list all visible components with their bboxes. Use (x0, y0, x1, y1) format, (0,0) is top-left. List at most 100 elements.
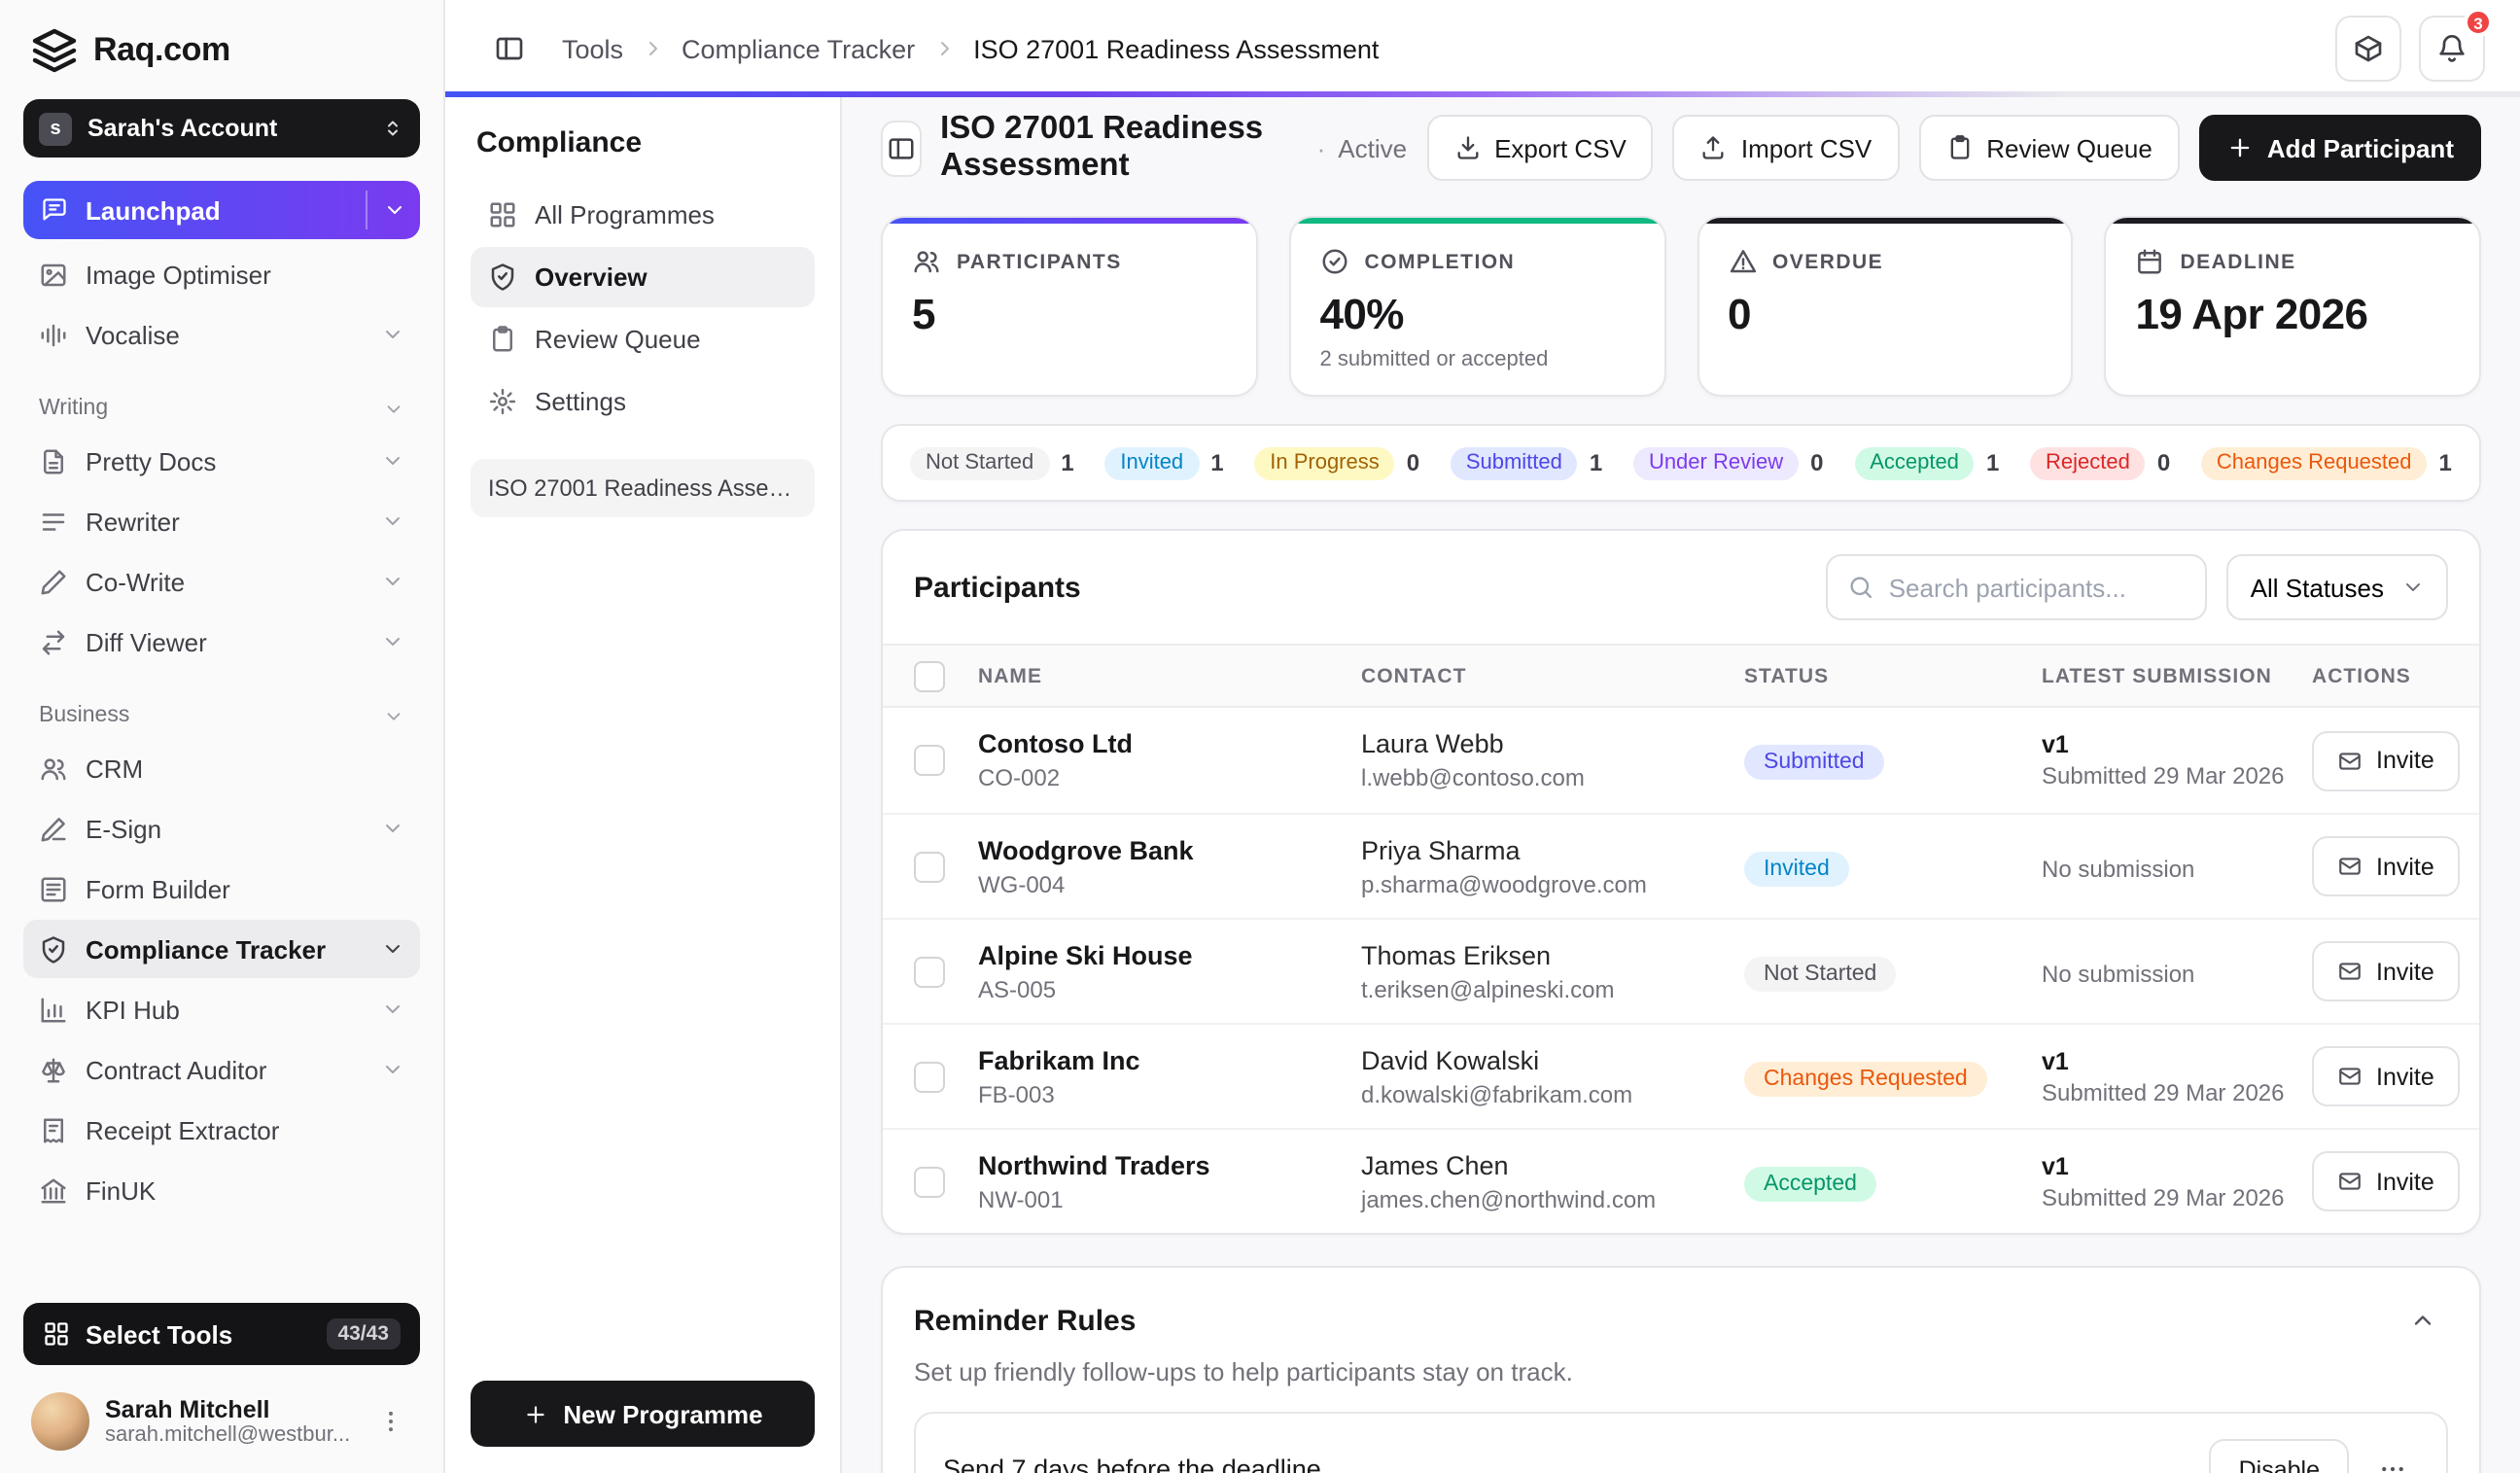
contact-name: James Chen (1361, 1150, 1509, 1179)
reminder-rules-title: Reminder Rules (914, 1304, 1137, 1337)
stat-label: OVERDUE (1772, 250, 1884, 273)
chevron-down-icon (381, 1058, 404, 1081)
submission-version: v1 (2042, 731, 2069, 758)
row-checkbox[interactable] (914, 745, 945, 776)
status-badge: Changes Requested (1744, 1061, 1987, 1096)
sidebar-item-e-sign[interactable]: E-Sign (23, 799, 420, 858)
add-participant-button[interactable]: Add Participant (2198, 115, 2481, 181)
review-queue-button[interactable]: Review Queue (1918, 115, 2180, 181)
contact-email: t.eriksen@alpineski.com (1361, 975, 1615, 1002)
reminder-rules-card: Reminder Rules Set up friendly follow-up… (881, 1266, 2481, 1473)
plus-icon (2226, 134, 2254, 161)
participant-name: Woodgrove Bank (978, 835, 1194, 864)
sidebar-item-label: Diff Viewer (86, 627, 207, 656)
column-header-name: NAME (978, 664, 1043, 687)
notifications-button[interactable]: 3 (2419, 8, 2493, 82)
sidebar-item-diff-viewer[interactable]: Diff Viewer (23, 613, 420, 671)
panel-item-settings[interactable]: Settings (471, 371, 815, 432)
participant-code: AS-005 (978, 975, 1057, 1002)
brand[interactable]: Raq.com (23, 27, 420, 74)
section-header[interactable]: Business (23, 704, 420, 727)
chevron-down-icon (381, 449, 404, 473)
status-filter-rejected[interactable]: Rejected 0 (2030, 446, 2170, 479)
sidebar-item-label: Image Optimiser (86, 260, 271, 289)
user-profile[interactable]: Sarah Mitchell sarah.mitchell@westbur... (23, 1385, 420, 1455)
search-icon (1848, 574, 1875, 601)
status-filter-in-progress[interactable]: In Progress 0 (1254, 446, 1419, 479)
contact-email: l.webb@contoso.com (1361, 764, 1585, 791)
contact-email: james.chen@northwind.com (1361, 1185, 1657, 1212)
invite-button[interactable]: Invite (2312, 941, 2460, 1001)
status-filter-changes-requested[interactable]: Changes Requested 1 (2200, 446, 2452, 479)
collapse-reminders-button[interactable] (2398, 1295, 2448, 1346)
invite-button[interactable]: Invite (2312, 836, 2460, 896)
sidebar-item-image-optimiser[interactable]: Image Optimiser (23, 245, 420, 303)
sidebar-item-compliance-tracker[interactable]: Compliance Tracker (23, 920, 420, 978)
status-filter-under-review[interactable]: Under Review 0 (1632, 446, 1824, 479)
invite-button[interactable]: Invite (2312, 730, 2460, 790)
stat-note: 2 submitted or accepted (1319, 348, 1549, 371)
account-name: Sarah's Account (88, 115, 278, 142)
sidebar-item-receipt-extractor[interactable]: Receipt Extractor (23, 1101, 420, 1159)
section-header[interactable]: Writing (23, 397, 420, 420)
row-checkbox[interactable] (914, 1061, 945, 1092)
chevron-right-icon (932, 37, 956, 60)
sidebar-item-rewriter[interactable]: Rewriter (23, 492, 420, 550)
status-filter-not-started[interactable]: Not Started 1 (910, 446, 1074, 479)
programme-item-iso-27001[interactable]: ISO 27001 Readiness Assessment (471, 459, 815, 517)
row-checkbox[interactable] (914, 851, 945, 882)
status-filter-invited[interactable]: Invited 1 (1104, 446, 1224, 479)
sidebar-item-kpi-hub[interactable]: KPI Hub (23, 980, 420, 1038)
sidebar-item-finuk[interactable]: FinUK (23, 1161, 420, 1219)
panel-collapse-button[interactable] (881, 120, 922, 176)
programme-status: Active (1317, 133, 1407, 162)
status-filter-dropdown[interactable]: All Statuses (2226, 554, 2448, 620)
sidebar-item-pretty-docs[interactable]: Pretty Docs (23, 432, 420, 490)
panel-item-review-queue[interactable]: Review Queue (471, 309, 815, 369)
panel-item-all-programmes[interactable]: All Programmes (471, 185, 815, 245)
search-input[interactable] (1888, 573, 2187, 602)
select-tools-button[interactable]: Select Tools 43/43 (23, 1303, 420, 1365)
panel-item-overview[interactable]: Overview (471, 247, 815, 307)
sidebar-item-contract-auditor[interactable]: Contract Auditor (23, 1040, 420, 1099)
bell-icon (2436, 33, 2468, 64)
sidebar-item-co-write[interactable]: Co-Write (23, 552, 420, 611)
submission-date: Submitted 29 Mar 2026 (2042, 762, 2285, 789)
breadcrumb-current: ISO 27001 Readiness Assessment (973, 34, 1380, 63)
invite-button[interactable]: Invite (2312, 1151, 2460, 1211)
row-checkbox[interactable] (914, 1166, 945, 1197)
status-filter-submitted[interactable]: Submitted 1 (1450, 446, 1602, 479)
sidebar-item-crm[interactable]: CRM (23, 739, 420, 797)
sidebar-item-label: Vocalise (86, 320, 180, 349)
participants-card: Participants All Statuses (881, 529, 2481, 1235)
user-menu-button[interactable] (369, 1400, 412, 1443)
disable-rule-button[interactable]: Disable (2209, 1439, 2349, 1473)
account-switcher[interactable]: s Sarah's Account (23, 99, 420, 158)
sidebar-item-form-builder[interactable]: Form Builder (23, 859, 420, 918)
sidebar-item-vocalise[interactable]: Vocalise (23, 305, 420, 364)
launchpad-expand-button[interactable] (368, 181, 420, 239)
breadcrumb: Tools Compliance Tracker ISO 27001 Readi… (562, 34, 1379, 63)
row-checkbox[interactable] (914, 956, 945, 987)
export-csv-button[interactable]: Export CSV (1426, 115, 1654, 181)
panel-item-label: Settings (535, 387, 626, 416)
submission-version: v1 (2042, 1047, 2069, 1074)
panel-left-icon (494, 33, 525, 64)
status-summary-strip: Not Started 1 Invited 1 In Progress 0 Su… (881, 424, 2481, 502)
select-all-checkbox[interactable] (914, 660, 945, 691)
reminder-rule-text: Send 7 days before the deadline (943, 1455, 1321, 1473)
sidebar-item-launchpad[interactable]: Launchpad (23, 181, 420, 239)
invite-button[interactable]: Invite (2312, 1046, 2460, 1106)
rule-more-button[interactable] (2364, 1442, 2419, 1473)
import-csv-button[interactable]: Import CSV (1672, 115, 1900, 181)
status-filter-accepted[interactable]: Accepted 1 (1854, 446, 1999, 479)
new-programme-button[interactable]: New Programme (471, 1381, 815, 1447)
contact-email: p.sharma@woodgrove.com (1361, 870, 1647, 897)
sidebar-toggle-button[interactable] (480, 19, 539, 78)
status-badge: Invited (1744, 851, 1849, 886)
whats-new-button[interactable] (2335, 16, 2401, 82)
breadcrumb-tools[interactable]: Tools (562, 34, 623, 63)
breadcrumb-compliance-tracker[interactable]: Compliance Tracker (682, 34, 915, 63)
panel-left-icon (887, 133, 916, 162)
grid-icon (43, 1320, 70, 1348)
